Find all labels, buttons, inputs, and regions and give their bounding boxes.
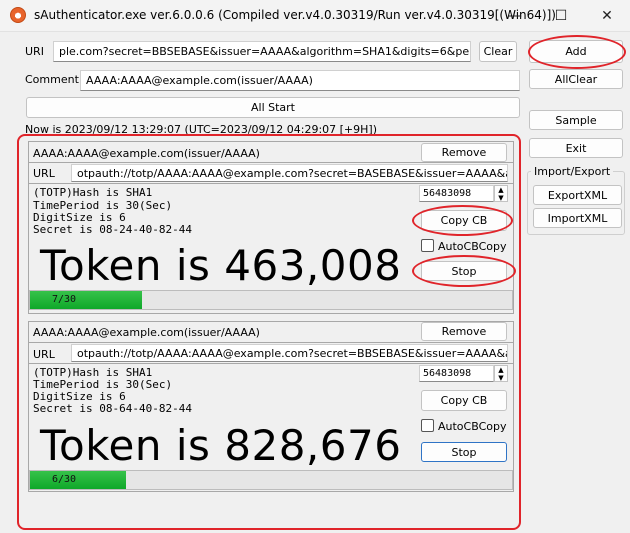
entry-2-divider [29, 342, 513, 343]
uri-input[interactable]: ple.com?secret=BBSEBASE&issuer=AAAA&algo… [53, 41, 471, 62]
entry-1-autocopy-label: AutoCBCopy [438, 240, 507, 253]
entry-2-counter-field[interactable]: 56483098 [419, 365, 494, 382]
entry-2-progress-fill [30, 471, 126, 489]
minimize-button[interactable]: — [492, 0, 538, 31]
comment-input[interactable]: AAAA:AAAA@example.com(issuer/AAAA) [80, 70, 520, 91]
maximize-icon: ☐ [554, 7, 568, 24]
entry-2-url-input[interactable]: otpauth://totp/AAAA:AAAA@example.com?sec… [71, 344, 508, 362]
close-button[interactable]: ✕ [584, 0, 630, 31]
entry-2-progress-text: 6/30 [52, 474, 77, 485]
entry-1-divider-2 [29, 183, 513, 184]
entry-2-remove-button[interactable]: Remove [421, 322, 507, 341]
entry-1-name: AAAA:AAAA@example.com(issuer/AAAA) [33, 147, 260, 160]
comment-label: Comment [25, 73, 79, 86]
entry-2-divider-2 [29, 363, 513, 364]
entry-1-url-label: URL [33, 167, 55, 180]
spin-up-icon: ▲ [498, 365, 504, 374]
entry-1-divider [29, 162, 513, 163]
minimize-icon: — [508, 7, 522, 24]
import-export-title: Import/Export [531, 165, 614, 178]
entry-2-name: AAAA:AAAA@example.com(issuer/AAAA) [33, 326, 260, 339]
importxml-button[interactable]: ImportXML [533, 208, 622, 228]
window-title: sAuthenticator.exe ver.6.0.0.6 (Compiled… [34, 8, 556, 22]
entry-1-hash-text: (TOTP)Hash is SHA1 [33, 186, 153, 199]
all-start-button[interactable]: All Start [26, 97, 520, 118]
maximize-button[interactable]: ☐ [538, 0, 584, 31]
clear-button[interactable]: Clear [479, 41, 517, 62]
entry-1-url-input[interactable]: otpauth://totp/AAAA:AAAA@example.com?sec… [71, 164, 508, 182]
exportxml-button[interactable]: ExportXML [533, 185, 622, 205]
current-time-text: Now is 2023/09/12 13:29:07 (UTC=2023/09/… [25, 123, 378, 136]
app-logo-icon [10, 7, 26, 23]
spin-down-icon: ▼ [498, 373, 504, 382]
entry-2-counter-spinner[interactable]: ▲ ▼ [494, 365, 508, 382]
uri-label: URI [25, 45, 44, 58]
entry-2-copy-button[interactable]: Copy CB [421, 390, 507, 411]
entry-1-progress-text: 7/30 [52, 294, 77, 305]
entry-1-remove-button[interactable]: Remove [421, 143, 507, 162]
entry-1-token-text: Token is 463,008 [40, 241, 402, 290]
entry-1-counter-spinner[interactable]: ▲ ▼ [494, 185, 508, 202]
close-icon: ✕ [601, 7, 613, 24]
entry-1-autocopy-checkbox[interactable] [421, 239, 434, 252]
entry-1-secret-text: Secret is 08-24-40-82-44 [33, 223, 192, 236]
entry-1-progress-fill [30, 291, 142, 309]
entry-2-stop-button[interactable]: Stop [421, 442, 507, 462]
exit-button[interactable]: Exit [529, 138, 623, 158]
entry-2-secret-text: Secret is 08-64-40-82-44 [33, 402, 192, 415]
spin-down-icon: ▼ [498, 193, 504, 202]
entry-1-copy-button[interactable]: Copy CB [421, 210, 507, 231]
entry-1-counter-field[interactable]: 56483098 [419, 185, 494, 202]
spin-up-icon: ▲ [498, 185, 504, 194]
allclear-button[interactable]: AllClear [529, 69, 623, 89]
entry-2-autocopy-checkbox[interactable] [421, 419, 434, 432]
entry-2-url-label: URL [33, 348, 55, 361]
entry-2-token-text: Token is 828,676 [40, 421, 402, 470]
entry-1-stop-button[interactable]: Stop [421, 261, 507, 281]
sample-button[interactable]: Sample [529, 110, 623, 130]
add-button[interactable]: Add [529, 40, 623, 63]
entry-2-autocopy-label: AutoCBCopy [438, 420, 507, 433]
